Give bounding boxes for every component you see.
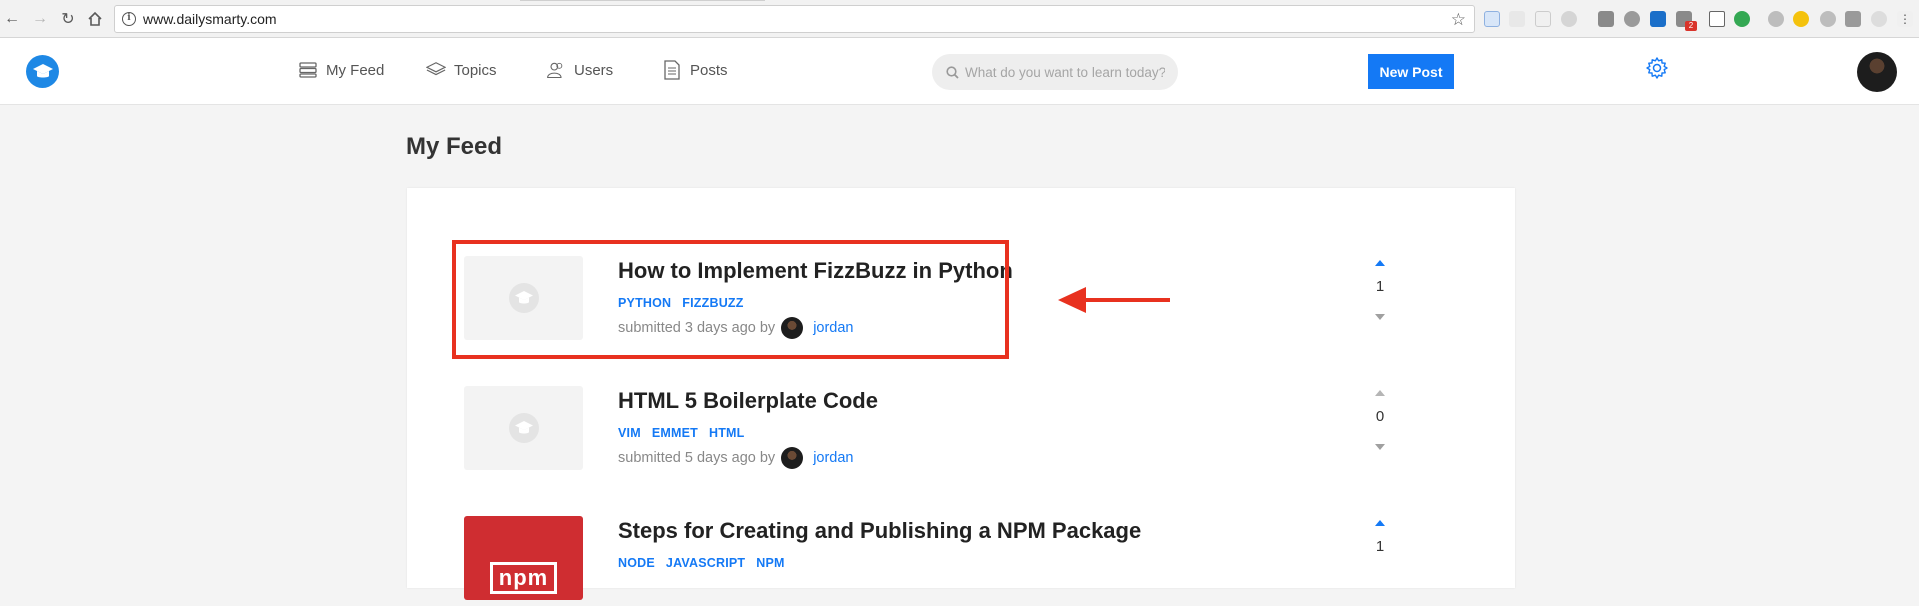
extension-icon-12[interactable] xyxy=(1820,11,1836,27)
vote-count: 1 xyxy=(1375,538,1385,555)
upvote-arrow-icon[interactable] xyxy=(1375,260,1385,266)
feed-icon xyxy=(298,60,318,80)
extension-icon-1[interactable] xyxy=(1484,11,1500,27)
extension-icon-9[interactable] xyxy=(1734,11,1750,27)
downvote-arrow-icon[interactable] xyxy=(1375,314,1385,320)
extension-badge: 2 xyxy=(1685,21,1697,31)
upvote-arrow-icon[interactable] xyxy=(1375,520,1385,526)
post-meta: submitted 5 days ago by jordan xyxy=(618,447,854,469)
site-header: My Feed Topics Users Posts New Post xyxy=(0,38,1919,105)
extension-icon-2[interactable] xyxy=(1509,11,1525,27)
tag-link[interactable]: JAVASCRIPT xyxy=(666,556,745,570)
nav-label: My Feed xyxy=(326,61,385,79)
feed-post: npm Steps for Creating and Publishing a … xyxy=(407,516,1515,606)
graduation-cap-icon xyxy=(508,413,539,443)
menu-icon[interactable]: ⋮ xyxy=(1897,11,1913,27)
post-tags: NODE JAVASCRIPT NPM xyxy=(618,556,785,570)
downvote-arrow-icon[interactable] xyxy=(1375,444,1385,450)
tag-link[interactable]: NPM xyxy=(756,556,784,570)
nav-label: Topics xyxy=(454,61,497,79)
logo[interactable] xyxy=(26,55,59,88)
cast-icon[interactable] xyxy=(1709,11,1725,27)
search-icon xyxy=(946,65,959,79)
url-text: www.dailysmarty.com xyxy=(143,11,277,27)
extension-icon-14[interactable] xyxy=(1871,11,1887,27)
home-icon[interactable] xyxy=(85,9,105,29)
highlight-annotation-box xyxy=(452,240,1009,359)
extension-icon-6[interactable] xyxy=(1624,11,1640,27)
nav-label: Users xyxy=(574,61,614,79)
address-bar[interactable]: i www.dailysmarty.com ☆ xyxy=(114,5,1475,33)
back-icon[interactable]: ← xyxy=(2,9,22,29)
post-thumbnail[interactable]: npm xyxy=(464,516,583,600)
post-title[interactable]: HTML 5 Boilerplate Code xyxy=(618,388,878,414)
nav-topics[interactable]: Topics xyxy=(426,60,497,80)
new-post-button[interactable]: New Post xyxy=(1368,54,1454,89)
extension-icon-7[interactable] xyxy=(1650,11,1666,27)
author-avatar[interactable] xyxy=(781,447,804,469)
tag-link[interactable]: HTML xyxy=(709,426,745,440)
author-link[interactable]: jordan xyxy=(813,450,853,466)
document-icon xyxy=(662,60,682,80)
nav-users[interactable]: Users xyxy=(546,60,613,80)
search-input[interactable] xyxy=(965,64,1165,80)
settings-gear-icon[interactable] xyxy=(1645,56,1669,80)
npm-logo: npm xyxy=(489,562,558,594)
post-thumbnail[interactable] xyxy=(464,386,583,470)
extension-icon-5[interactable] xyxy=(1598,11,1614,27)
nav-posts[interactable]: Posts xyxy=(662,60,728,80)
tag-link[interactable]: VIM xyxy=(618,426,641,440)
tab-strip-edge xyxy=(520,0,765,1)
extension-icon-3[interactable] xyxy=(1535,11,1551,27)
submitted-text: submitted 5 days ago by xyxy=(618,450,776,466)
forward-icon[interactable]: → xyxy=(30,9,50,29)
tag-link[interactable]: NODE xyxy=(618,556,655,570)
layers-icon xyxy=(426,60,446,80)
search-bar[interactable] xyxy=(932,54,1178,90)
nav-my-feed[interactable]: My Feed xyxy=(298,60,384,80)
upvote-arrow-icon[interactable] xyxy=(1375,390,1385,396)
graduation-cap-icon xyxy=(32,63,53,77)
extension-icon-10[interactable] xyxy=(1768,11,1784,27)
page-title: My Feed xyxy=(406,133,503,160)
extension-icon-11[interactable] xyxy=(1793,11,1809,27)
reload-icon[interactable]: ↻ xyxy=(58,9,78,29)
feed-post: HTML 5 Boilerplate Code VIM EMMET HTML s… xyxy=(407,386,1515,476)
bookmark-star-icon[interactable]: ☆ xyxy=(1451,10,1466,30)
vote-count: 1 xyxy=(1375,278,1385,295)
browser-toolbar: ← → ↻ i www.dailysmarty.com ☆ 2 ⋮ xyxy=(0,0,1919,38)
info-icon[interactable]: i xyxy=(122,12,136,26)
extension-icon-4[interactable] xyxy=(1561,11,1577,27)
extension-icon-13[interactable] xyxy=(1845,11,1861,27)
post-title[interactable]: Steps for Creating and Publishing a NPM … xyxy=(618,518,1141,544)
users-icon xyxy=(546,60,566,80)
user-avatar[interactable] xyxy=(1857,52,1897,92)
tag-link[interactable]: EMMET xyxy=(652,426,698,440)
nav-label: Posts xyxy=(690,61,728,79)
vote-count: 0 xyxy=(1375,408,1385,425)
post-tags: VIM EMMET HTML xyxy=(618,426,744,440)
annotation-arrow-icon xyxy=(1058,287,1170,313)
